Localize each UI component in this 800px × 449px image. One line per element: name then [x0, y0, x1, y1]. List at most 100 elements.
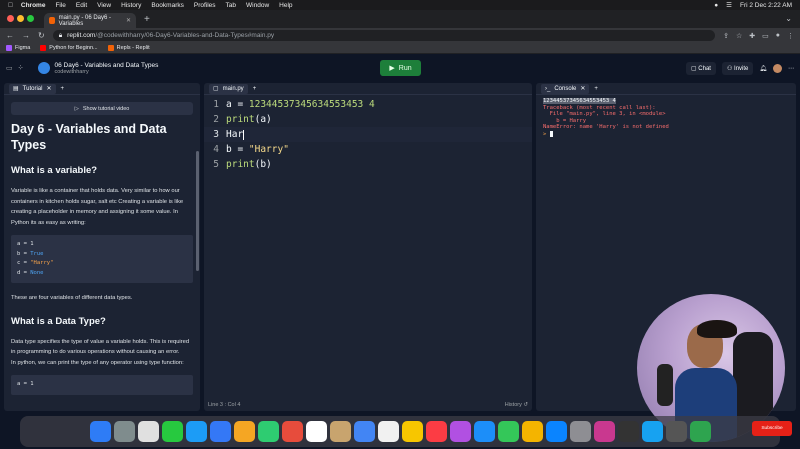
dock-app-icon[interactable] — [497, 421, 519, 442]
profile-avatar[interactable]: ● — [776, 32, 780, 40]
dock-app-icon[interactable] — [617, 421, 639, 442]
code-example-type: a = 1 — [11, 375, 193, 395]
chrome-menu-icon[interactable]: ⋮ — [787, 32, 794, 40]
chat-button[interactable]: ▢ Chat — [685, 62, 716, 75]
user-avatar[interactable] — [773, 64, 782, 73]
add-tab-icon[interactable]: + — [253, 86, 257, 92]
tutorial-scrollbar[interactable] — [196, 151, 199, 271]
dock-app-icon[interactable] — [665, 421, 687, 442]
replit-icon — [107, 45, 114, 51]
run-label: Run — [398, 64, 412, 72]
menu-history[interactable]: History — [121, 2, 141, 9]
wifi-icon[interactable]: ● — [714, 2, 718, 9]
dock-app-icon[interactable] — [353, 421, 375, 442]
dock-app-icon[interactable] — [233, 421, 255, 442]
menu-app-chrome[interactable]: Chrome — [21, 2, 46, 9]
tutorial-heading: Day 6 - Variables and Data Types — [11, 122, 167, 152]
dock-app-icon[interactable] — [401, 421, 423, 442]
bookmark-python[interactable]: Python for Beginn... — [40, 45, 98, 51]
code-line-5[interactable]: 5 print(b) — [204, 157, 532, 172]
tab-search-icon[interactable]: ⌄ — [785, 14, 792, 23]
menu-help[interactable]: Help — [279, 2, 292, 9]
dock-app-icon[interactable] — [113, 421, 135, 442]
menu-view[interactable]: View — [97, 2, 111, 9]
apple-icon[interactable]:  — [8, 2, 13, 9]
tab-tutorial[interactable]: ▤ Tutorial ✕ — [9, 83, 56, 94]
play-icon: ▷ — [74, 105, 79, 112]
dock-app-icon[interactable] — [689, 421, 711, 442]
close-tab-icon[interactable]: ✕ — [580, 85, 585, 92]
dock-app-icon[interactable] — [161, 421, 183, 442]
minimize-window-button[interactable] — [17, 15, 24, 22]
menu-bookmarks[interactable]: Bookmarks — [151, 2, 184, 9]
clock[interactable]: Fri 2 Dec 2:22 AM — [740, 2, 792, 9]
dock-app-icon[interactable] — [329, 421, 351, 442]
code-line-3[interactable]: 3 Har — [204, 127, 532, 142]
bookmark-star-icon[interactable]: ☆ — [736, 32, 742, 40]
reload-icon[interactable]: ↻ — [38, 31, 45, 40]
dock-app-icon[interactable] — [281, 421, 303, 442]
dock-app-icon[interactable] — [209, 421, 231, 442]
code-editor[interactable]: 1 a = 12344537345634553453 4 2 print(a) … — [204, 97, 532, 172]
dock-app-icon[interactable] — [521, 421, 543, 442]
close-tab-icon[interactable]: ✕ — [46, 85, 51, 92]
new-tab-button[interactable]: + — [144, 14, 150, 25]
bookmark-figma[interactable]: Figma — [6, 45, 30, 51]
show-tutorial-video-button[interactable]: ▷ Show tutorial video — [11, 102, 193, 115]
menu-profiles[interactable]: Profiles — [194, 2, 216, 9]
editor-panel: ▢ main.py + 1 a = 12344537345634553453 4… — [204, 83, 532, 411]
close-tab-icon[interactable]: ✕ — [126, 17, 131, 24]
dock-app-icon[interactable] — [545, 421, 567, 442]
menu-dots-icon[interactable]: ⋯ — [788, 65, 794, 72]
code-line-1[interactable]: 1 a = 12344537345634553453 4 — [204, 97, 532, 112]
extensions-icon[interactable]: ✚ — [749, 32, 755, 40]
dock-app-icon[interactable] — [641, 421, 663, 442]
dock-app-icon[interactable] — [473, 421, 495, 442]
menu-window[interactable]: Window — [246, 2, 269, 9]
bookmark-label: Python for Beginn... — [49, 45, 98, 51]
cursor-position: Line 3 : Col 4 — [208, 402, 241, 408]
code-line: c = "Harry" — [17, 260, 54, 266]
tab-main-py[interactable]: ▢ main.py — [209, 83, 248, 94]
dock-app-icon[interactable] — [305, 421, 327, 442]
console-output[interactable]: 12344537345634553453 4 Traceback (most r… — [536, 95, 796, 141]
sidebar-icon[interactable]: ▭ — [762, 32, 769, 40]
zoom-window-button[interactable] — [27, 15, 34, 22]
address-bar[interactable]: 🔒︎ replit.com/@codewithharry/06-Day6-Var… — [52, 30, 716, 41]
back-icon[interactable]: ← — [6, 31, 14, 40]
code-line-4[interactable]: 4 b = "Harry" — [204, 142, 532, 157]
repl-title[interactable]: 06 Day6 - Variables and Data Types — [55, 62, 159, 69]
replit-home-icon[interactable]: ⁘ — [18, 64, 24, 72]
dock-app-icon[interactable] — [185, 421, 207, 442]
close-window-button[interactable] — [7, 15, 14, 22]
browser-tab-active[interactable]: main.py - 06 Day6 - Variables ✕ — [44, 13, 136, 28]
menu-edit[interactable]: Edit — [76, 2, 87, 9]
run-button[interactable]: ▶ Run — [380, 60, 421, 76]
invite-icon: ⚇ — [726, 66, 735, 72]
add-tab-icon[interactable]: + — [594, 86, 598, 92]
dock-app-icon[interactable] — [377, 421, 399, 442]
bell-icon[interactable]: 🔔︎ — [759, 65, 767, 72]
history-button[interactable]: History ↺ — [505, 402, 528, 408]
code-line-2[interactable]: 2 print(a) — [204, 112, 532, 127]
dock-app-icon[interactable] — [257, 421, 279, 442]
dock-app-icon[interactable] — [449, 421, 471, 442]
dock-app-icon[interactable] — [425, 421, 447, 442]
dock-app-icon[interactable] — [89, 421, 111, 442]
share-icon[interactable]: ⇪ — [723, 32, 729, 40]
bookmark-repls[interactable]: Repls - Replit — [107, 45, 150, 51]
dock-app-icon[interactable] — [593, 421, 615, 442]
dock-app-icon[interactable] — [137, 421, 159, 442]
menu-tab[interactable]: Tab — [226, 2, 236, 9]
sidebar-toggle-icon[interactable]: ▭ — [6, 64, 13, 72]
forward-icon[interactable]: → — [22, 31, 30, 40]
subscribe-badge[interactable]: Subscribe — [752, 421, 792, 436]
code-example-variables: a = 1 b = True c = "Harry" d = None — [11, 235, 193, 283]
menu-file[interactable]: File — [55, 2, 65, 9]
control-center-icon[interactable]: ☰ — [726, 1, 732, 9]
dock-app-icon[interactable] — [569, 421, 591, 442]
repl-owner[interactable]: codewithharry — [55, 69, 159, 75]
invite-button[interactable]: ⚇ Invite — [721, 62, 754, 75]
add-tab-icon[interactable]: + — [61, 86, 65, 92]
tab-console[interactable]: ›_ Console ✕ — [541, 83, 590, 94]
